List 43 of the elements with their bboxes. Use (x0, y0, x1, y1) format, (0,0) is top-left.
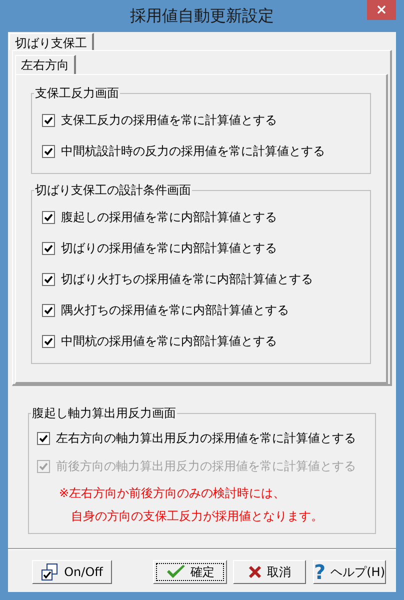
check-icon (44, 116, 53, 124)
checkbox-icon (41, 563, 60, 581)
checkbox-label: 隅火打ちの採用値を常に内部計算値とする (61, 302, 289, 319)
group-title: 切ばり支保工の設計条件画面 (34, 182, 192, 198)
checkbox-label: 腹起しの採用値を常に内部計算値とする (61, 209, 277, 226)
check-icon (44, 306, 53, 314)
question-icon: ? (314, 562, 326, 582)
checkbox[interactable] (42, 144, 55, 158)
check-icon (39, 434, 48, 442)
button[interactable]: 確定 (153, 560, 227, 584)
checkbox[interactable] (42, 114, 55, 126)
group-title: 腹起し軸力算出用反力画面 (31, 405, 177, 421)
checkbox-label: 中間杭設計時の反力の採用値を常に計算値とする (61, 143, 325, 160)
check-icon (44, 212, 53, 222)
checkbox-label: 切ばり火打ちの採用値を常に内部計算値とする (61, 271, 313, 288)
tab[interactable]: 左右方向 (15, 55, 76, 74)
note-text: 自身の方向の支保工反力が採用値となります。 (70, 508, 324, 525)
checkbox-label: 左右方向の軸力算出用反力の採用値を常に計算値とする (56, 430, 356, 447)
checkbox[interactable] (37, 432, 50, 444)
button[interactable]: 取消 (233, 560, 306, 584)
checkbox-label: 切ばりの採用値を常に内部計算値とする (61, 240, 277, 257)
checkbox[interactable] (42, 210, 55, 224)
checkbox[interactable] (42, 272, 55, 286)
group-title: 支保工反力画面 (34, 85, 120, 101)
note-text: ※左右方向か前後方向のみの検討時には、 (59, 485, 286, 502)
tab[interactable]: 切ばり支保工 (9, 33, 94, 50)
check-icon (39, 462, 48, 470)
window-title: 採用値自動更新設定 (130, 5, 274, 27)
checkbox-label: 前後方向の軸力算出用反力の採用値を常に計算値とする (56, 458, 356, 475)
check-icon (44, 274, 53, 284)
close-button[interactable]: × (367, 0, 396, 20)
check-icon (44, 244, 53, 252)
checkbox[interactable] (42, 334, 55, 348)
button[interactable]: On/Off (32, 560, 112, 584)
cross-icon (248, 565, 262, 579)
check-icon (44, 146, 53, 156)
checkbox[interactable] (42, 304, 55, 316)
check-icon (44, 336, 53, 346)
checkbox-label: 中間杭の採用値を常に内部計算値とする (61, 333, 277, 350)
check-icon (166, 564, 186, 580)
button[interactable]: ? ヘルプ(H) (313, 560, 386, 584)
checkbox-label: 支保工反力の採用値を常に計算値とする (61, 112, 277, 129)
checkbox[interactable] (42, 242, 55, 254)
